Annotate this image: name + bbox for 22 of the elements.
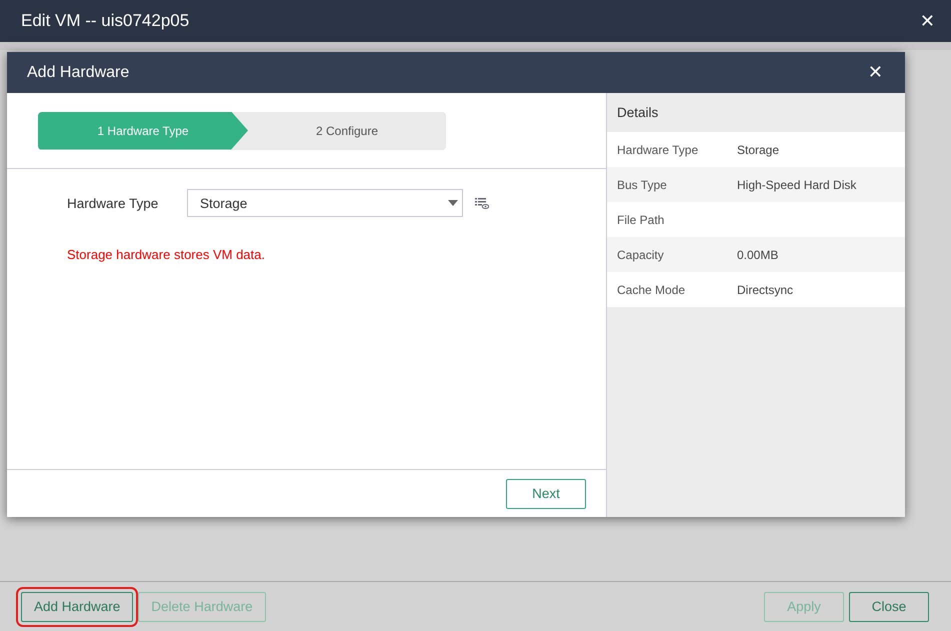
hardware-type-dropdown[interactable]: Storage — [187, 189, 463, 217]
detail-label: Hardware Type — [617, 142, 700, 156]
detail-value: Storage — [737, 142, 780, 156]
detail-value: 0.00MB — [737, 248, 778, 262]
field-label: Hardware Type — [67, 196, 160, 210]
detail-label: Capacity — [617, 248, 665, 262]
hint-text: Storage hardware stores VM data. — [67, 247, 266, 262]
detail-value: Directsync — [737, 282, 794, 296]
footer-button[interactable]: Close — [849, 592, 929, 622]
window-title: Edit VM -- uis0742p05 — [21, 11, 190, 31]
next-button[interactable]: Next — [506, 478, 586, 508]
close-button[interactable]: ✕ — [864, 62, 887, 83]
caret-icon — [448, 200, 458, 206]
detail-value: High-Speed Hard Disk — [737, 178, 856, 192]
list-view-icon[interactable] — [475, 198, 489, 208]
detail-label: File Path — [617, 212, 666, 226]
dialog-title: Add Hardware — [27, 64, 130, 82]
wizard-step[interactable]: 1 Hardware Type — [38, 112, 248, 150]
detail-label: Bus Type — [617, 178, 668, 192]
details-title: Details — [616, 104, 660, 122]
close-button[interactable]: ✕ — [916, 10, 939, 32]
detail-label: Cache Mode — [617, 282, 686, 296]
